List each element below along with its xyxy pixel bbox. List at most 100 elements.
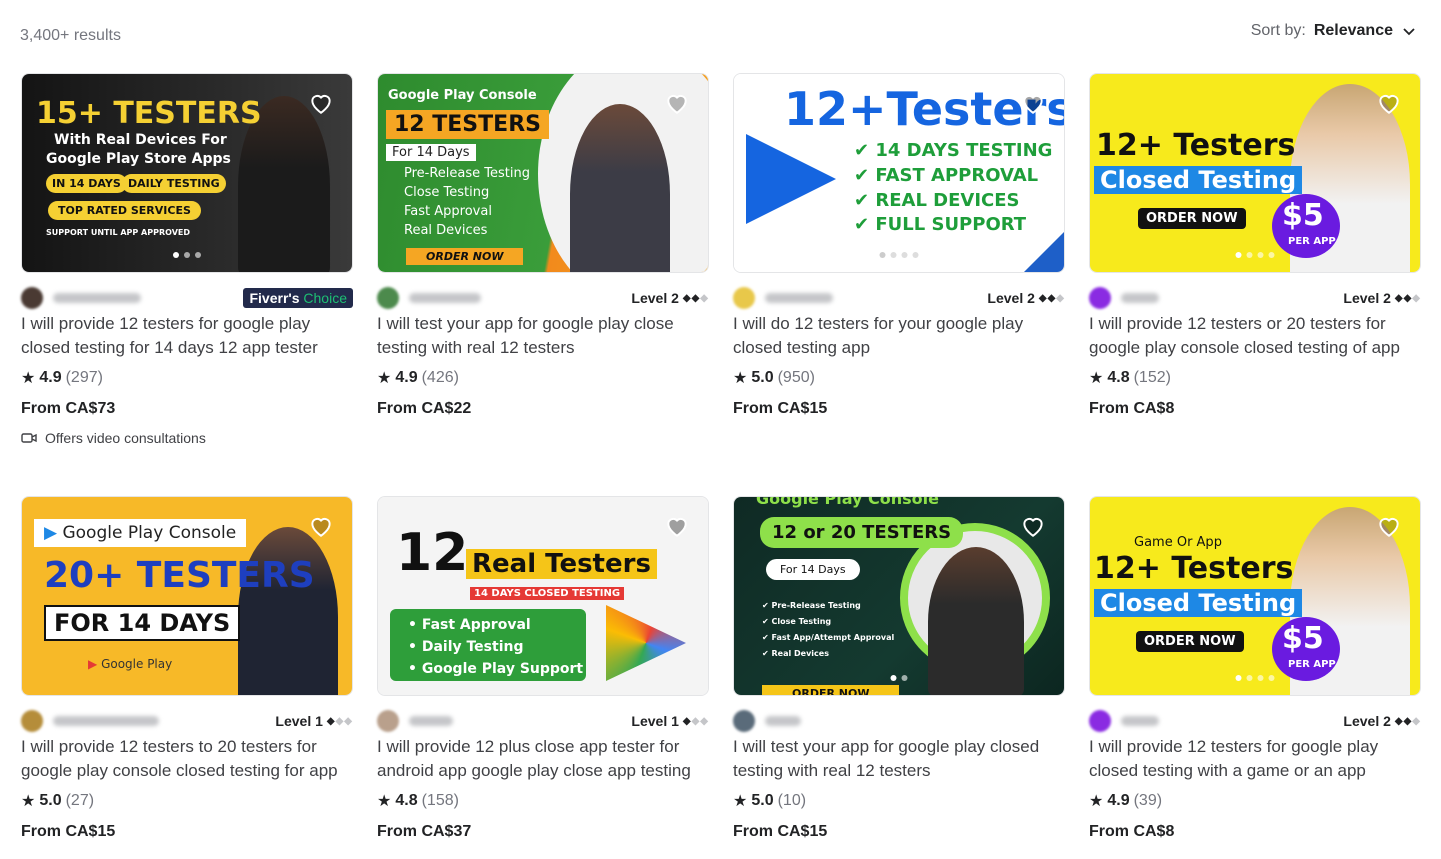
gig-rating: ★ 4.8 (158) — [377, 792, 459, 810]
seller-name[interactable] — [1121, 293, 1159, 303]
star-icon: ★ — [377, 370, 392, 387]
thumb-text: TOP RATED SERVICES — [48, 201, 201, 220]
carousel-dots[interactable] — [1235, 675, 1275, 681]
thumb-text: SUPPORT UNTIL APP APPROVED — [46, 228, 190, 237]
avatar[interactable] — [21, 710, 43, 732]
heart-icon[interactable] — [1020, 90, 1046, 116]
gig-price[interactable]: From CA$15 — [733, 400, 1065, 420]
gig-card[interactable]: Google Play Console 12 or 20 TESTERS For… — [733, 496, 1065, 843]
thumb-text: 14 DAYS CLOSED TESTING — [470, 587, 625, 600]
video-camera-icon — [21, 433, 37, 443]
gig-title[interactable]: I will provide 12 plus close app tester … — [377, 735, 709, 783]
seller-level: Level 2 ◆◆◆ — [987, 290, 1065, 306]
heart-icon[interactable] — [1376, 90, 1402, 116]
seller-name[interactable] — [409, 293, 481, 303]
thumb-text: ✔ Close Testing — [762, 617, 832, 626]
gig-thumbnail[interactable]: 15+ TESTERS With Real Devices For Google… — [21, 73, 353, 273]
sort-value: Relevance — [1313, 22, 1393, 39]
seller-name[interactable] — [765, 293, 833, 303]
thumb-text: ✔ REAL DEVICES — [854, 190, 1020, 211]
gig-card[interactable]: Google Play Console 12 TESTERS For 14 Da… — [377, 73, 709, 420]
seller-level: Level 2 ◆◆◆ — [631, 290, 709, 306]
avatar[interactable] — [377, 710, 399, 732]
heart-icon[interactable] — [1376, 513, 1402, 539]
gig-card[interactable]: 12+Testers ✔ 14 DAYS TESTING ✔ FAST APPR… — [733, 73, 1065, 420]
gig-thumbnail[interactable]: Game Or App 12+ Testers Closed Testing O… — [1089, 496, 1421, 696]
seller-name[interactable] — [409, 716, 453, 726]
gig-title[interactable]: I will test your app for google play clo… — [377, 312, 709, 360]
avatar[interactable] — [1089, 710, 1111, 732]
gig-thumbnail[interactable]: Google Play Console 12 TESTERS For 14 Da… — [377, 73, 709, 273]
seller-info[interactable] — [733, 710, 801, 732]
sort-dropdown[interactable]: Sort by: Relevance — [1251, 22, 1415, 40]
thumb-text: • Fast Approval — [408, 617, 531, 633]
seller-level: Level 1 ◆◆◆ — [275, 713, 353, 729]
gig-title[interactable]: I will provide 12 testers for google pla… — [21, 312, 353, 360]
avatar[interactable] — [377, 287, 399, 309]
gig-card[interactable]: ▶ Google Play Console 20+ TESTERS FOR 14… — [21, 496, 353, 843]
gig-title[interactable]: I will provide 12 testers for google pla… — [1089, 735, 1421, 783]
avatar[interactable] — [21, 287, 43, 309]
thumb-text: 12+ Testers — [1096, 128, 1296, 163]
gig-price[interactable]: From CA$8 — [1089, 400, 1421, 420]
gig-title[interactable]: I will test your app for google play clo… — [733, 735, 1065, 783]
avatar[interactable] — [1089, 287, 1111, 309]
heart-icon[interactable] — [1020, 513, 1046, 539]
gig-card[interactable]: Game Or App 12+ Testers Closed Testing O… — [1089, 496, 1421, 843]
google-play-logo — [606, 605, 686, 681]
heart-icon[interactable] — [664, 513, 690, 539]
carousel-dots[interactable] — [890, 675, 908, 681]
carousel-dots[interactable] — [173, 252, 201, 258]
avatar[interactable] — [733, 710, 755, 732]
heart-icon[interactable] — [308, 90, 334, 116]
carousel-dots[interactable] — [879, 252, 919, 258]
thumb-text: ✔ Pre-Release Testing — [762, 601, 861, 610]
chevron-down-icon — [1403, 28, 1415, 36]
seller-level: Level 1 ◆◆◆ — [631, 713, 709, 729]
heart-icon[interactable] — [664, 90, 690, 116]
gig-thumbnail[interactable]: Google Play Console 12 or 20 TESTERS For… — [733, 496, 1065, 696]
seller-name[interactable] — [1121, 716, 1159, 726]
gig-rating: ★ 4.9 (426) — [377, 369, 459, 387]
gig-title[interactable]: I will provide 12 testers to 20 testers … — [21, 735, 353, 783]
gig-card[interactable]: 12+ Testers Closed Testing ORDER NOW $5 … — [1089, 73, 1421, 420]
star-icon: ★ — [733, 793, 748, 810]
gig-thumbnail[interactable]: 12+Testers ✔ 14 DAYS TESTING ✔ FAST APPR… — [733, 73, 1065, 273]
gig-price[interactable]: From CA$15 — [21, 823, 353, 843]
seller-name[interactable] — [53, 293, 141, 303]
gig-title[interactable]: I will do 12 testers for your google pla… — [733, 312, 1065, 360]
gig-price[interactable]: From CA$15 — [733, 823, 1065, 843]
gig-thumbnail[interactable]: 12 Real Testers 14 DAYS CLOSED TESTING •… — [377, 496, 709, 696]
carousel-dots[interactable] — [1235, 252, 1275, 258]
thumb-text: Real Devices — [404, 223, 488, 238]
star-icon: ★ — [21, 370, 36, 387]
seller-info[interactable] — [1089, 287, 1159, 309]
seller-info[interactable] — [733, 287, 833, 309]
avatar[interactable] — [733, 287, 755, 309]
gig-card[interactable]: 15+ TESTERS With Real Devices For Google… — [21, 73, 353, 446]
thumb-text: Google Play Store Apps — [46, 151, 231, 167]
gig-price[interactable]: From CA$8 — [1089, 823, 1421, 843]
gig-title[interactable]: I will provide 12 testers or 20 testers … — [1089, 312, 1421, 360]
gig-card[interactable]: 12 Real Testers 14 DAYS CLOSED TESTING •… — [377, 496, 709, 843]
seller-info[interactable] — [1089, 710, 1159, 732]
gig-price[interactable]: From CA$37 — [377, 823, 709, 843]
seller-info[interactable] — [21, 287, 141, 309]
thumb-text: IN 14 DAYS — [46, 174, 127, 193]
seller-info[interactable] — [21, 710, 159, 732]
gig-thumbnail[interactable]: 12+ Testers Closed Testing ORDER NOW $5 … — [1089, 73, 1421, 273]
video-consultation: Offers video consultations — [21, 430, 353, 446]
gig-thumbnail[interactable]: ▶ Google Play Console 20+ TESTERS FOR 14… — [21, 496, 353, 696]
thumb-text: For 14 Days — [766, 559, 860, 580]
seller-name[interactable] — [765, 716, 801, 726]
seller-info[interactable] — [377, 287, 481, 309]
thumb-text: • Google Play Support — [408, 661, 584, 677]
thumb-text: Closed Testing — [1094, 589, 1303, 617]
thumb-text: 15+ TESTERS — [36, 96, 262, 131]
gig-price[interactable]: From CA$73 — [21, 400, 353, 420]
thumb-text: ORDER NOW — [406, 248, 524, 265]
seller-info[interactable] — [377, 710, 453, 732]
seller-name[interactable] — [53, 716, 159, 726]
gig-price[interactable]: From CA$22 — [377, 400, 709, 420]
heart-icon[interactable] — [308, 513, 334, 539]
